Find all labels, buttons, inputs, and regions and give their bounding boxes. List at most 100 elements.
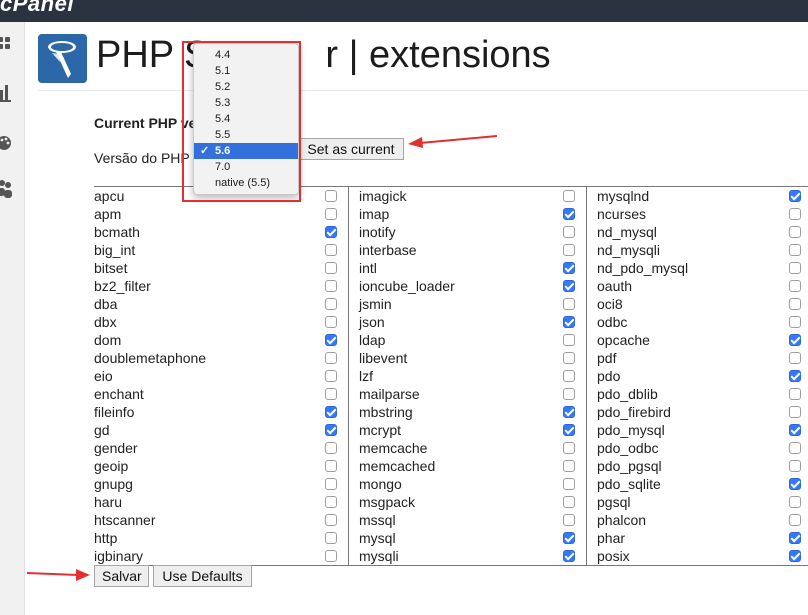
extension-checkbox-ioncube_loader[interactable]: [563, 280, 575, 292]
extension-checkbox-odbc[interactable]: [789, 316, 801, 328]
extension-checkbox-fileinfo[interactable]: [325, 406, 337, 418]
use-defaults-button[interactable]: Use Defaults: [153, 565, 252, 587]
extension-checkbox-pdo_dblib[interactable]: [789, 388, 801, 400]
extension-checkbox-mailparse[interactable]: [563, 388, 575, 400]
extension-row: oauth: [587, 277, 808, 295]
extension-checkbox-gnupg[interactable]: [325, 478, 337, 490]
save-button[interactable]: Salvar: [94, 565, 149, 587]
extension-row: memcached: [349, 457, 586, 475]
extension-checkbox-mcrypt[interactable]: [563, 424, 575, 436]
extension-checkbox-pdo[interactable]: [789, 370, 801, 382]
extension-checkbox-json[interactable]: [563, 316, 575, 328]
extension-name: jsmin: [359, 296, 392, 312]
extension-checkbox-posix[interactable]: [789, 550, 801, 562]
extension-row: pdo_mysql: [587, 421, 808, 439]
extension-checkbox-http[interactable]: [325, 532, 337, 544]
extension-name: ncurses: [597, 206, 647, 222]
extension-row: nd_mysqli: [587, 241, 808, 259]
extension-checkbox-dbx[interactable]: [325, 316, 337, 328]
extension-name: phalcon: [597, 512, 647, 528]
extension-row: pdo: [587, 367, 808, 385]
extension-checkbox-lzf[interactable]: [563, 370, 575, 382]
extension-name: memcached: [359, 458, 436, 474]
extension-checkbox-mongo[interactable]: [563, 478, 575, 490]
extension-checkbox-pdf[interactable]: [789, 352, 801, 364]
users-icon[interactable]: [0, 177, 14, 199]
extension-row: libevent: [349, 349, 586, 367]
extension-checkbox-mssql[interactable]: [563, 514, 575, 526]
extension-checkbox-mysqlnd[interactable]: [789, 190, 801, 202]
extension-checkbox-htscanner[interactable]: [325, 514, 337, 526]
extension-name: mailparse: [359, 386, 420, 402]
cpanel-logo[interactable]: cPanel: [0, 0, 74, 17]
extension-checkbox-intl[interactable]: [563, 262, 575, 274]
extension-checkbox-mysql[interactable]: [563, 532, 575, 544]
extension-name: pdo_mysql: [597, 422, 665, 438]
extension-name: mysqli: [359, 548, 399, 564]
extension-name: intl: [359, 260, 377, 276]
header-divider: [38, 90, 808, 91]
extension-checkbox-memcached[interactable]: [563, 460, 575, 472]
extension-checkbox-apcu[interactable]: [325, 190, 337, 202]
extension-checkbox-nd_mysqli[interactable]: [789, 244, 801, 256]
extension-checkbox-igbinary[interactable]: [325, 550, 337, 562]
page-title: PHP Sr | extensions: [96, 34, 551, 76]
extension-checkbox-phar[interactable]: [789, 532, 801, 544]
extension-checkbox-libevent[interactable]: [563, 352, 575, 364]
extension-name: odbc: [597, 314, 628, 330]
extension-row: json: [349, 313, 586, 331]
extension-checkbox-pdo_mysql[interactable]: [789, 424, 801, 436]
extension-checkbox-memcache[interactable]: [563, 442, 575, 454]
extension-checkbox-big_int[interactable]: [325, 244, 337, 256]
extension-row: dba: [94, 295, 348, 313]
extension-checkbox-msgpack[interactable]: [563, 496, 575, 508]
extension-checkbox-mysqli[interactable]: [563, 550, 575, 562]
extension-row: apm: [94, 205, 348, 223]
extension-checkbox-imagick[interactable]: [563, 190, 575, 202]
extension-name: inotify: [359, 224, 396, 240]
extension-checkbox-gender[interactable]: [325, 442, 337, 454]
extension-row: pdo_pgsql: [587, 457, 808, 475]
extension-checkbox-ncurses[interactable]: [789, 208, 801, 220]
extension-checkbox-bcmath[interactable]: [325, 226, 337, 238]
extension-checkbox-pdo_firebird[interactable]: [789, 406, 801, 418]
bar-chart-icon[interactable]: [0, 82, 14, 104]
extension-checkbox-dom[interactable]: [325, 334, 337, 346]
extension-checkbox-opcache[interactable]: [789, 334, 801, 346]
extension-checkbox-oci8[interactable]: [789, 298, 801, 310]
extension-checkbox-oauth[interactable]: [789, 280, 801, 292]
extension-row: pgsql: [587, 493, 808, 511]
extension-name: bcmath: [94, 224, 140, 240]
extension-checkbox-inotify[interactable]: [563, 226, 575, 238]
extension-checkbox-enchant[interactable]: [325, 388, 337, 400]
extension-checkbox-interbase[interactable]: [563, 244, 575, 256]
extension-checkbox-dba[interactable]: [325, 298, 337, 310]
extension-checkbox-imap[interactable]: [563, 208, 575, 220]
extension-checkbox-nd_pdo_mysql[interactable]: [789, 262, 801, 274]
extension-checkbox-bitset[interactable]: [325, 262, 337, 274]
extension-checkbox-haru[interactable]: [325, 496, 337, 508]
palette-icon[interactable]: [0, 132, 14, 154]
extensions-column-1: apcu apm bcmath big_int bitset bz2_filter dba d…: [94, 187, 349, 565]
grid-icon[interactable]: [0, 34, 14, 56]
extension-row: doublemetaphone: [94, 349, 348, 367]
extension-row: geoip: [94, 457, 348, 475]
extension-checkbox-pdo_sqlite[interactable]: [789, 478, 801, 490]
extension-checkbox-mbstring[interactable]: [563, 406, 575, 418]
extension-name: pdo_dblib: [597, 386, 658, 402]
extension-checkbox-pgsql[interactable]: [789, 496, 801, 508]
extension-row: mongo: [349, 475, 586, 493]
extension-checkbox-pdo_pgsql[interactable]: [789, 460, 801, 472]
extension-checkbox-eio[interactable]: [325, 370, 337, 382]
extension-checkbox-jsmin[interactable]: [563, 298, 575, 310]
extension-checkbox-pdo_odbc[interactable]: [789, 442, 801, 454]
extension-checkbox-ldap[interactable]: [563, 334, 575, 346]
extension-checkbox-geoip[interactable]: [325, 460, 337, 472]
extension-checkbox-bz2_filter[interactable]: [325, 280, 337, 292]
extension-checkbox-apm[interactable]: [325, 208, 337, 220]
set-as-current-button[interactable]: Set as current: [298, 138, 404, 160]
extension-checkbox-phalcon[interactable]: [789, 514, 801, 526]
extension-checkbox-doublemetaphone[interactable]: [325, 352, 337, 364]
extension-checkbox-nd_mysql[interactable]: [789, 226, 801, 238]
extension-checkbox-gd[interactable]: [325, 424, 337, 436]
